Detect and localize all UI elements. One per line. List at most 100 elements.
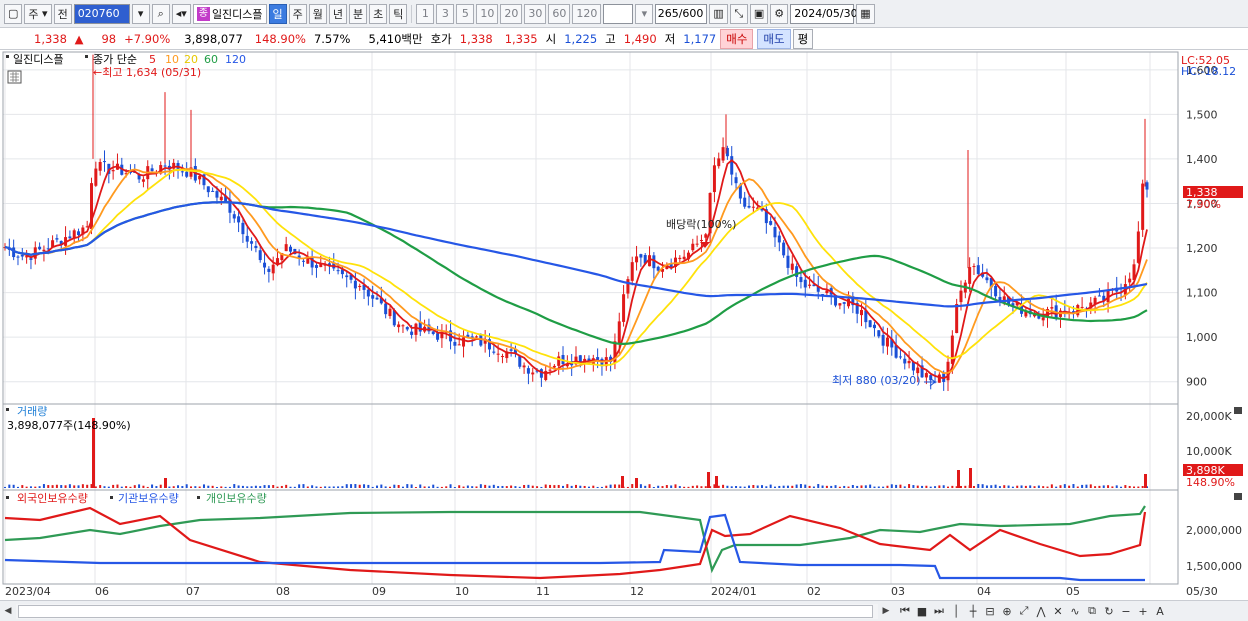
scroll-thumb[interactable]	[18, 604, 873, 618]
draw-tool-icon[interactable]: ⤡	[729, 3, 748, 24]
buy-button[interactable]: 매수	[720, 28, 754, 49]
candle-body	[799, 277, 803, 283]
holdings-panel-frame	[2, 489, 1179, 585]
search-icon[interactable]: ⌕	[151, 3, 170, 24]
x-axis-label: 11	[536, 585, 550, 598]
scroll-left-icon[interactable]: ◀	[0, 603, 16, 620]
interval-10-button[interactable]: 10	[476, 3, 499, 24]
volume-bar	[81, 484, 84, 488]
panel-menu-icon[interactable]	[6, 55, 9, 58]
candle-body	[1050, 307, 1054, 309]
volume-bar	[358, 484, 361, 488]
volume-bar	[276, 486, 279, 488]
candle-body	[414, 323, 418, 335]
volume-bar	[306, 486, 309, 488]
stop-icon[interactable]: ■	[915, 604, 929, 619]
interval-5-button[interactable]: 5	[456, 3, 475, 24]
ma-menu-icon[interactable]	[85, 55, 88, 58]
hc-label: HC:-18.12	[1181, 65, 1236, 78]
ma-120-label: 120	[225, 53, 246, 66]
volume-bar	[505, 486, 508, 488]
zoom-slider-icon[interactable]: ┼	[966, 604, 980, 619]
stock-type-badge: 종	[196, 6, 210, 21]
refresh-icon[interactable]: ↻	[1102, 604, 1116, 619]
volume-bar	[994, 484, 997, 488]
eval-button[interactable]: 평	[792, 28, 814, 49]
holdings-menu-icon[interactable]	[6, 496, 9, 499]
count-field[interactable]: 265/600	[655, 3, 708, 24]
stock-name: 일진디스플	[211, 7, 263, 21]
zoom-tool-icon[interactable]: ⊟	[983, 604, 997, 619]
custom-interval-input[interactable]	[603, 3, 634, 24]
price-y-tick: 1,400	[1186, 153, 1218, 166]
period-year-button[interactable]: 년	[328, 3, 348, 24]
candle-body	[436, 333, 440, 340]
minus-icon[interactable]: −	[1119, 604, 1133, 619]
last-page-icon[interactable]: ⏭	[932, 604, 946, 619]
volume-bar	[190, 486, 193, 488]
interval-120-button[interactable]: 120	[572, 3, 602, 24]
prefix-button[interactable]: 전	[53, 3, 72, 24]
candle-body	[375, 297, 379, 300]
volume-bar	[570, 485, 573, 488]
price-panel-frame	[2, 51, 1179, 405]
volume-bar	[739, 486, 742, 488]
stock-name-box[interactable]: 종 일진디스플	[192, 3, 267, 24]
calendar-icon[interactable]: ▦	[856, 3, 875, 24]
interval-dropdown-icon[interactable]: ▾	[635, 3, 654, 24]
volume-panel-close-icon[interactable]	[1234, 407, 1242, 414]
volume-bar	[112, 484, 115, 488]
pattern-tool-icon[interactable]: ⋀	[1034, 604, 1048, 619]
candle-body	[903, 358, 907, 364]
date-input[interactable]: 2024/05/30	[790, 3, 858, 24]
scroll-right-icon[interactable]: ▶	[878, 603, 894, 620]
volume-bar	[990, 485, 993, 488]
volume-bar	[133, 485, 136, 488]
magnify-icon[interactable]: ⊕	[1000, 604, 1014, 619]
copy-icon[interactable]: ⧉	[1085, 604, 1099, 619]
period-second-button[interactable]: 초	[369, 3, 388, 24]
stock-code-input[interactable]: 020760	[73, 3, 130, 24]
volume-bars-layer	[4, 418, 1148, 488]
interval-3-button[interactable]: 3	[436, 3, 455, 24]
candle-body	[42, 249, 46, 252]
period-day-button[interactable]: 일	[268, 3, 287, 24]
chart-type-icon[interactable]: ▥	[709, 3, 728, 24]
first-page-icon[interactable]: ⏮	[898, 604, 912, 619]
volume-bar	[319, 486, 322, 488]
interval-30-button[interactable]: 30	[524, 3, 547, 24]
candle-body	[29, 258, 33, 260]
ma-label: 종가 단순	[93, 53, 137, 66]
volume-bar	[220, 486, 223, 488]
code-dropdown-icon[interactable]: ▾	[131, 3, 150, 24]
save-icon[interactable]: ▣	[749, 3, 769, 24]
period-tick-button[interactable]: 틱	[389, 3, 408, 24]
volume-bar	[168, 486, 171, 488]
price-value: 1,338	[34, 31, 67, 46]
scroll-track[interactable]	[16, 603, 878, 619]
plus-icon[interactable]: +	[1136, 604, 1150, 619]
interval-20-button[interactable]: 20	[500, 3, 523, 24]
period-minute-button[interactable]: 분	[349, 3, 368, 24]
speaker-icon[interactable]: ◂▾	[171, 3, 191, 24]
interval-1-button[interactable]: 1	[416, 3, 435, 24]
stock-chart[interactable]: 1,6001,5001,4001,3001,2001,1001,00090020…	[0, 50, 1248, 600]
period-week-button[interactable]: 주	[288, 3, 307, 24]
candle-body	[198, 175, 202, 180]
low-price: 1,177	[683, 31, 717, 46]
volume-bar	[600, 486, 603, 488]
font-icon[interactable]: A	[1153, 604, 1167, 619]
wave-tool-icon[interactable]: ∿	[1068, 604, 1082, 619]
period-month-button[interactable]: 월	[308, 3, 327, 24]
holdings-panel-close-icon[interactable]	[1234, 493, 1242, 500]
window-icon[interactable]: ▢	[4, 3, 23, 24]
volume-menu-icon[interactable]	[6, 408, 9, 411]
fib-tool-icon[interactable]: ✕	[1051, 604, 1065, 619]
line-tool-icon[interactable]: ⤢	[1017, 604, 1031, 619]
market-select[interactable]: 주 ▾	[24, 3, 52, 24]
candle-body	[526, 368, 530, 374]
settings-icon[interactable]: ⚙	[770, 3, 789, 24]
interval-60-button[interactable]: 60	[548, 3, 571, 24]
count-value: 265	[657, 7, 679, 20]
sell-button[interactable]: 매도	[757, 28, 791, 49]
